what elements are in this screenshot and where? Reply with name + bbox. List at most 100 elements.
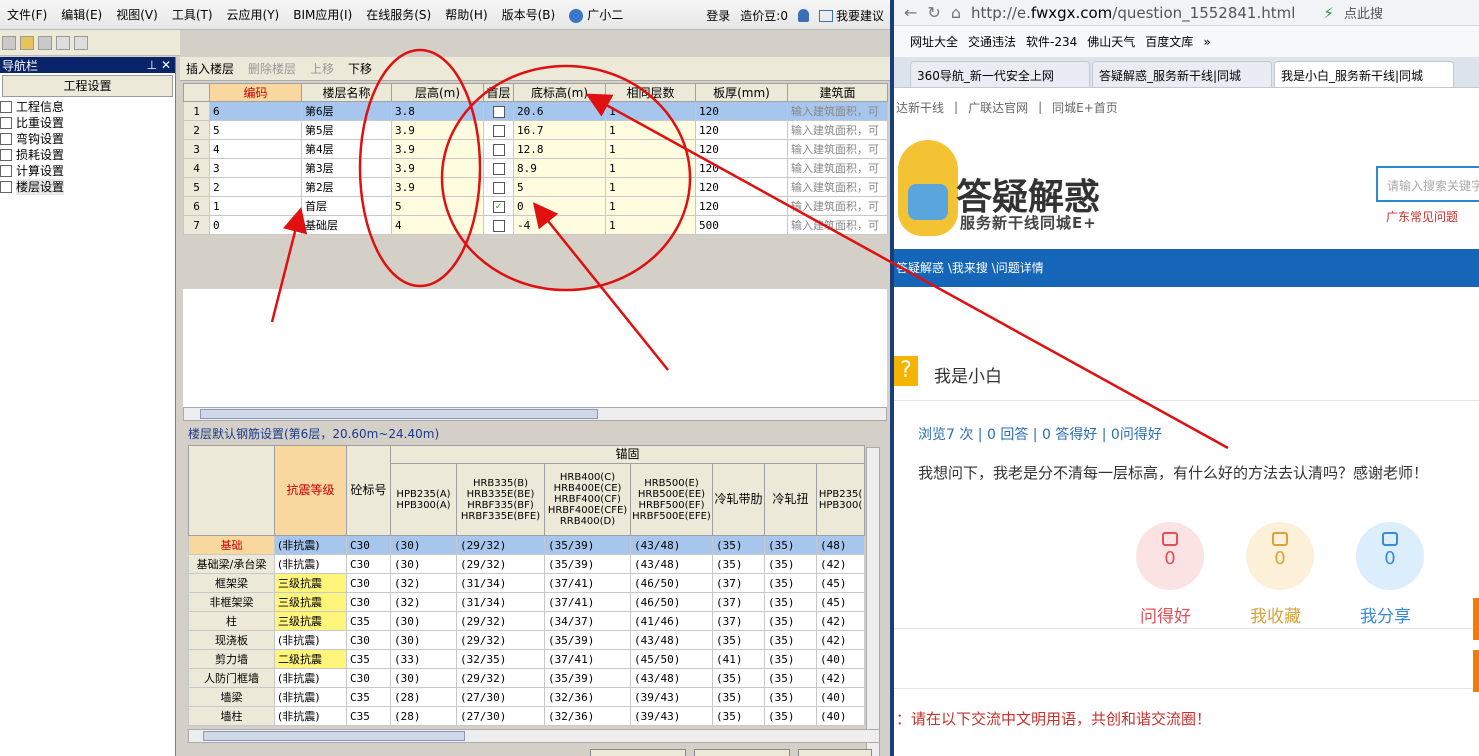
cell-anchor-value[interactable]: (46/50) bbox=[630, 592, 713, 612]
cell-anchor-value[interactable]: (29/32) bbox=[456, 554, 545, 574]
cell-height[interactable]: 3.9 bbox=[391, 120, 484, 140]
cell-anchor-value[interactable]: (40) bbox=[815, 687, 866, 707]
action-label[interactable]: 问得好 bbox=[1140, 602, 1191, 627]
col-first-floor[interactable]: 首层 bbox=[483, 83, 514, 102]
cell-anchor-value[interactable]: (32) bbox=[390, 592, 457, 612]
floor-row[interactable]: 6 1 首层 5 ✓ 0 1 120 输入建筑面积，可 bbox=[183, 196, 888, 216]
cell-anchor-value[interactable]: (43/48) bbox=[630, 668, 713, 688]
cell-anchor-value[interactable]: (27/30) bbox=[456, 687, 545, 707]
cell-concrete-grade[interactable]: C30 bbox=[346, 573, 391, 593]
cell-base-elevation[interactable]: 20.6 bbox=[513, 101, 606, 121]
cell-anchor-value[interactable]: (46/50) bbox=[630, 573, 713, 593]
bottom-button-3[interactable] bbox=[798, 749, 872, 756]
cell-anchor-value[interactable]: (27/30) bbox=[456, 706, 545, 726]
cell-code[interactable]: 6 bbox=[209, 101, 302, 121]
cell-anchor-value[interactable]: (35) bbox=[712, 687, 765, 707]
cell-anchor-value[interactable]: (37) bbox=[712, 592, 765, 612]
cell-concrete-grade[interactable]: C30 bbox=[346, 535, 391, 555]
nav-item-calc[interactable]: 计算设置 bbox=[0, 163, 175, 179]
cell-anchor-value[interactable]: (42) bbox=[815, 668, 866, 688]
cell-concrete-grade[interactable]: C35 bbox=[346, 649, 391, 669]
rebar-row[interactable]: 人防门框墙 (非抗震) C30 (30) (29/32) (35/39) (43/48) (3… bbox=[188, 668, 866, 688]
cell-anchor-value[interactable]: (31/34) bbox=[456, 592, 545, 612]
row-number[interactable]: 2 bbox=[183, 120, 210, 140]
col-code[interactable]: 编码 bbox=[209, 83, 302, 102]
first-floor-checkbox[interactable] bbox=[492, 162, 505, 175]
rebar-row[interactable]: 现浇板 (非抗震) C30 (30) (29/32) (35/39) (43/48) (35)… bbox=[188, 630, 866, 650]
cell-first-floor[interactable] bbox=[483, 177, 514, 197]
link-site[interactable]: 达新干线 bbox=[896, 99, 944, 116]
cell-seismic-level[interactable]: 三级抗震 bbox=[274, 611, 347, 631]
cell-floor-name[interactable]: 第2层 bbox=[301, 177, 392, 197]
cell-anchor-value[interactable]: (35) bbox=[712, 706, 765, 726]
cell-concrete-grade[interactable]: C30 bbox=[346, 592, 391, 612]
bell-icon[interactable] bbox=[797, 8, 809, 22]
cell-same-count[interactable]: 1 bbox=[605, 139, 696, 159]
nav-item-hook[interactable]: 弯钩设置 bbox=[0, 131, 175, 147]
floor-row[interactable]: 7 0 基础层 4 -4 1 500 输入建筑面积，可 bbox=[183, 215, 888, 235]
faq-link[interactable]: 广东常见问题 bbox=[1386, 208, 1458, 225]
menu-bim[interactable]: BIM应用(I) bbox=[286, 6, 359, 23]
cell-floor-name[interactable]: 第3层 bbox=[301, 158, 392, 178]
menu-version[interactable]: 版本号(B) bbox=[495, 6, 563, 23]
cell-anchor-value[interactable]: (35) bbox=[764, 706, 817, 726]
cell-first-floor[interactable] bbox=[483, 139, 514, 159]
menu-cloud[interactable]: 云应用(Y) bbox=[220, 6, 287, 23]
row-number[interactable]: 6 bbox=[183, 196, 210, 216]
floor-row[interactable]: 1 6 第6层 3.8 20.6 1 120 输入建筑面积，可 bbox=[183, 101, 888, 121]
cell-seismic-level[interactable]: (非抗震) bbox=[274, 687, 347, 707]
cell-anchor-value[interactable]: (31/34) bbox=[456, 573, 545, 593]
cell-anchor-value[interactable]: (35/39) bbox=[544, 668, 631, 688]
cell-concrete-grade[interactable]: C35 bbox=[346, 706, 391, 726]
cell-concrete-grade[interactable]: C35 bbox=[346, 611, 391, 631]
cell-anchor-value[interactable]: (35) bbox=[764, 668, 817, 688]
link-glodon[interactable]: 广联达官网 bbox=[968, 99, 1028, 116]
scroll-thumb[interactable] bbox=[203, 731, 465, 741]
row-number[interactable]: 1 bbox=[183, 101, 210, 121]
cell-same-count[interactable]: 1 bbox=[605, 215, 696, 235]
redo-icon[interactable] bbox=[74, 35, 88, 50]
cell-anchor-value[interactable]: (30) bbox=[390, 535, 457, 555]
floor-row[interactable]: 2 5 第5层 3.9 16.7 1 120 输入建筑面积，可 bbox=[183, 120, 888, 140]
cell-height[interactable]: 4 bbox=[391, 215, 484, 235]
cell-first-floor[interactable] bbox=[483, 101, 514, 121]
first-floor-checkbox[interactable] bbox=[492, 105, 505, 118]
cell-anchor-value[interactable]: (30) bbox=[390, 611, 457, 631]
nav-item-floors[interactable]: 楼层设置 bbox=[0, 179, 175, 195]
cell-height[interactable]: 3.9 bbox=[391, 177, 484, 197]
cell-area[interactable]: 输入建筑面积，可 bbox=[787, 158, 888, 178]
cell-first-floor[interactable]: ✓ bbox=[483, 196, 514, 216]
cell-seismic-level[interactable]: 二级抗震 bbox=[274, 649, 347, 669]
cell-anchor-value[interactable]: (29/32) bbox=[456, 668, 545, 688]
cell-seismic-level[interactable]: (非抗震) bbox=[274, 706, 347, 726]
col-concrete[interactable]: 砼标号 bbox=[346, 445, 391, 536]
cell-anchor-value[interactable]: (39/43) bbox=[630, 687, 713, 707]
nav-item-density[interactable]: 比重设置 bbox=[0, 115, 175, 131]
rebar-vscrollbar[interactable] bbox=[866, 447, 880, 756]
cell-anchor-value[interactable]: (37/41) bbox=[544, 573, 631, 593]
cell-seismic-level[interactable]: (非抗震) bbox=[274, 535, 347, 555]
bottom-button-2[interactable] bbox=[694, 749, 790, 756]
row-number[interactable]: 3 bbox=[183, 139, 210, 159]
scroll-thumb[interactable] bbox=[200, 409, 598, 419]
col-height[interactable]: 层高(m) bbox=[391, 83, 484, 102]
open-folder-icon[interactable] bbox=[20, 35, 34, 50]
cell-slab[interactable]: 500 bbox=[695, 215, 788, 235]
cell-anchor-value[interactable]: (40) bbox=[815, 706, 866, 726]
rebar-row[interactable]: 非框架梁 三级抗震 C30 (32) (31/34) (37/41) (46/50) (37)… bbox=[188, 592, 866, 612]
cell-anchor-value[interactable]: (30) bbox=[390, 668, 457, 688]
floor-hscrollbar[interactable] bbox=[183, 407, 887, 421]
cell-anchor-value[interactable]: (32) bbox=[390, 573, 457, 593]
new-icon[interactable] bbox=[2, 35, 16, 50]
cell-base-elevation[interactable]: 0 bbox=[513, 196, 606, 216]
site-search-input[interactable]: 请输入搜索关键字 bbox=[1376, 166, 1479, 202]
cell-anchor-value[interactable]: (48) bbox=[815, 535, 866, 555]
cell-anchor-value[interactable]: (35) bbox=[712, 554, 765, 574]
cell-code[interactable]: 5 bbox=[209, 120, 302, 140]
cell-slab[interactable]: 120 bbox=[695, 177, 788, 197]
cell-base-elevation[interactable]: 8.9 bbox=[513, 158, 606, 178]
cell-anchor-value[interactable]: (37/41) bbox=[544, 592, 631, 612]
cell-anchor-value[interactable]: (35) bbox=[712, 668, 765, 688]
cell-concrete-grade[interactable]: C30 bbox=[346, 630, 391, 650]
side-tab[interactable] bbox=[1473, 650, 1479, 692]
